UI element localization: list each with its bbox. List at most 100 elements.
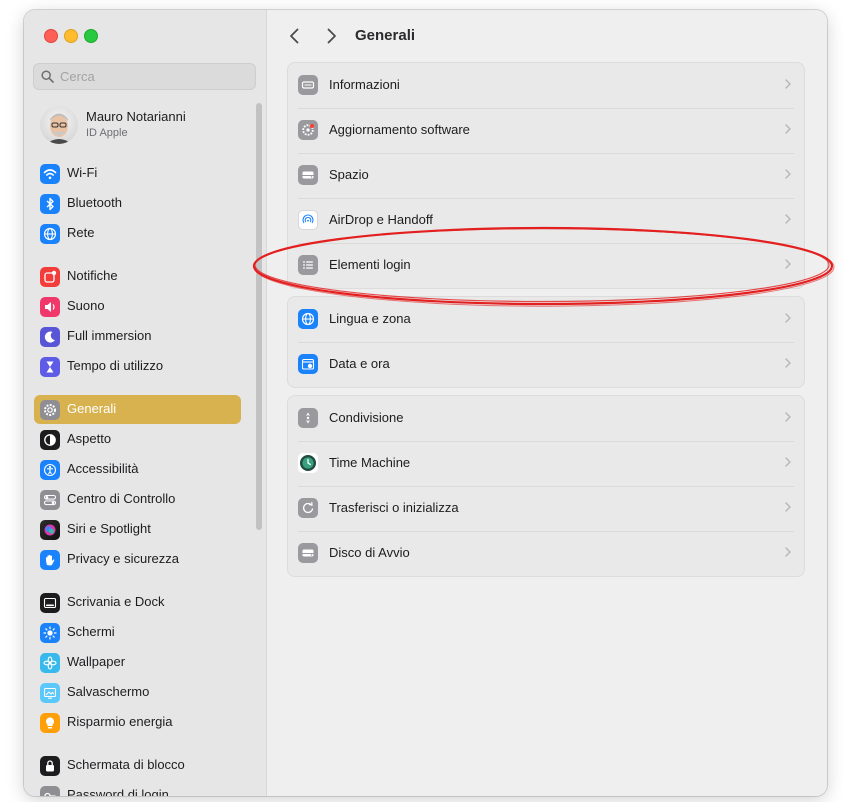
- sidebar-item-screen-time[interactable]: Tempo di utilizzo: [34, 352, 241, 381]
- row-label: Trasferisci o inizializza: [329, 500, 459, 515]
- speaker-icon: [40, 297, 60, 317]
- chevron-right-icon: [785, 313, 791, 323]
- row-label: Lingua e zona: [329, 311, 411, 326]
- sidebar-item-appearance[interactable]: Aspetto: [34, 425, 241, 454]
- hand-icon: [40, 550, 60, 570]
- chevron-right-icon: [785, 79, 791, 89]
- sidebar-item-control-center[interactable]: Centro di Controllo: [34, 485, 241, 514]
- minimize-window-button[interactable]: [64, 29, 78, 43]
- appearance-icon: [40, 430, 60, 450]
- row-software-update[interactable]: Aggiornamento software: [288, 108, 804, 153]
- row-transfer-reset[interactable]: Trasferisci o inizializza: [288, 486, 804, 531]
- sidebar: Cerca Mauro Notarianni ID Apple Wi-Fi Bl…: [24, 10, 267, 796]
- sidebar-item-screensaver[interactable]: Salvaschermo: [34, 678, 241, 707]
- search-placeholder: Cerca: [60, 69, 95, 84]
- globe-icon: [40, 224, 60, 244]
- notifications-icon: [40, 267, 60, 287]
- sidebar-item-wallpaper[interactable]: Wallpaper: [34, 648, 241, 677]
- chevron-right-icon: [785, 358, 791, 368]
- sidebar-item-label: Notifiche: [67, 268, 118, 283]
- sidebar-item-label: Schermi: [67, 624, 115, 639]
- settings-group-system: Informazioni Aggiornamento software Spaz…: [287, 62, 805, 289]
- row-startup-disk[interactable]: Disco di Avvio: [288, 531, 804, 576]
- sidebar-item-login-password[interactable]: Password di login: [34, 781, 241, 796]
- row-airdrop-handoff[interactable]: AirDrop e Handoff: [288, 198, 804, 243]
- chevron-right-icon: [785, 169, 791, 179]
- sidebar-item-desktop-dock[interactable]: Scrivania e Dock: [34, 588, 241, 617]
- sidebar-item-general[interactable]: Generali: [34, 395, 241, 424]
- row-sharing[interactable]: Condivisione: [288, 396, 804, 441]
- lock-icon: [40, 756, 60, 776]
- info-icon: [298, 75, 318, 95]
- row-label: Informazioni: [329, 77, 400, 92]
- main-content: Generali Informazioni Aggiornamento soft…: [267, 10, 827, 796]
- back-chevron-icon[interactable]: [285, 26, 305, 46]
- sidebar-item-bluetooth[interactable]: Bluetooth: [34, 189, 241, 218]
- avatar: [40, 106, 78, 144]
- page-title: Generali: [355, 27, 416, 44]
- row-storage[interactable]: Spazio: [288, 153, 804, 198]
- row-login-items[interactable]: Elementi login: [288, 243, 804, 288]
- sidebar-item-label: Salvaschermo: [67, 684, 150, 699]
- apple-id-account[interactable]: Mauro Notarianni ID Apple: [40, 106, 255, 146]
- close-window-button[interactable]: [44, 29, 58, 43]
- row-label: Data e ora: [329, 356, 390, 371]
- row-label: Disco di Avvio: [329, 545, 410, 560]
- reset-icon: [298, 498, 318, 518]
- screensaver-icon: [40, 683, 60, 703]
- storage-icon: [298, 165, 318, 185]
- row-date-time[interactable]: Data e ora: [288, 342, 804, 387]
- sidebar-item-wifi[interactable]: Wi-Fi: [34, 159, 241, 188]
- row-label: Aggiornamento software: [329, 122, 470, 137]
- sharing-icon: [298, 408, 318, 428]
- calendar-clock-icon: [298, 354, 318, 374]
- account-subtitle: ID Apple: [86, 127, 128, 139]
- sidebar-item-focus[interactable]: Full immersion: [34, 322, 241, 351]
- row-language-region[interactable]: Lingua e zona: [288, 297, 804, 342]
- sidebar-item-label: Risparmio energia: [67, 714, 173, 729]
- account-name: Mauro Notarianni: [86, 109, 186, 124]
- key-icon: [40, 786, 60, 796]
- sidebar-scrollbar[interactable]: [256, 103, 262, 530]
- row-label: Elementi login: [329, 257, 411, 272]
- search-icon: [41, 70, 54, 83]
- chevron-right-icon: [785, 457, 791, 467]
- sidebar-item-privacy[interactable]: Privacy e sicurezza: [34, 545, 241, 574]
- sidebar-item-energy-saver[interactable]: Risparmio energia: [34, 708, 241, 737]
- sidebar-item-label: Generali: [67, 401, 117, 416]
- zoom-window-button[interactable]: [84, 29, 98, 43]
- sidebar-item-sound[interactable]: Suono: [34, 292, 241, 321]
- sidebar-item-network[interactable]: Rete: [34, 219, 241, 248]
- sidebar-item-label: Full immersion: [67, 328, 152, 343]
- dock-icon: [40, 593, 60, 613]
- row-label: Time Machine: [329, 455, 411, 470]
- search-field[interactable]: Cerca: [33, 63, 256, 90]
- chevron-right-icon: [785, 547, 791, 557]
- sidebar-item-label: Password di login: [67, 787, 169, 796]
- sidebar-item-label: Accessibilità: [67, 461, 139, 476]
- forward-chevron-icon[interactable]: [321, 26, 341, 46]
- sidebar-item-label: Bluetooth: [67, 195, 122, 210]
- row-about[interactable]: Informazioni: [288, 63, 804, 108]
- sidebar-item-lock-screen[interactable]: Schermata di blocco: [34, 751, 241, 780]
- sidebar-item-label: Wi-Fi: [67, 165, 98, 180]
- lightbulb-icon: [40, 713, 60, 733]
- sidebar-item-label: Aspetto: [67, 431, 112, 446]
- siri-icon: [40, 520, 60, 540]
- chevron-right-icon: [785, 412, 791, 422]
- sidebar-item-label: Suono: [67, 298, 105, 313]
- disk-icon: [298, 543, 318, 563]
- sidebar-item-label: Centro di Controllo: [67, 491, 176, 506]
- sidebar-item-label: Rete: [67, 225, 95, 240]
- sidebar-item-displays[interactable]: Schermi: [34, 618, 241, 647]
- wifi-icon: [40, 164, 60, 184]
- hourglass-icon: [40, 357, 60, 377]
- sidebar-item-notifications[interactable]: Notifiche: [34, 262, 241, 291]
- sidebar-item-accessibility[interactable]: Accessibilità: [34, 455, 241, 484]
- sun-icon: [40, 623, 60, 643]
- row-label: Condivisione: [329, 410, 404, 425]
- row-time-machine[interactable]: Time Machine: [288, 441, 804, 486]
- chevron-right-icon: [785, 124, 791, 134]
- row-label: AirDrop e Handoff: [329, 212, 433, 227]
- sidebar-item-siri-spotlight[interactable]: Siri e Spotlight: [34, 515, 241, 544]
